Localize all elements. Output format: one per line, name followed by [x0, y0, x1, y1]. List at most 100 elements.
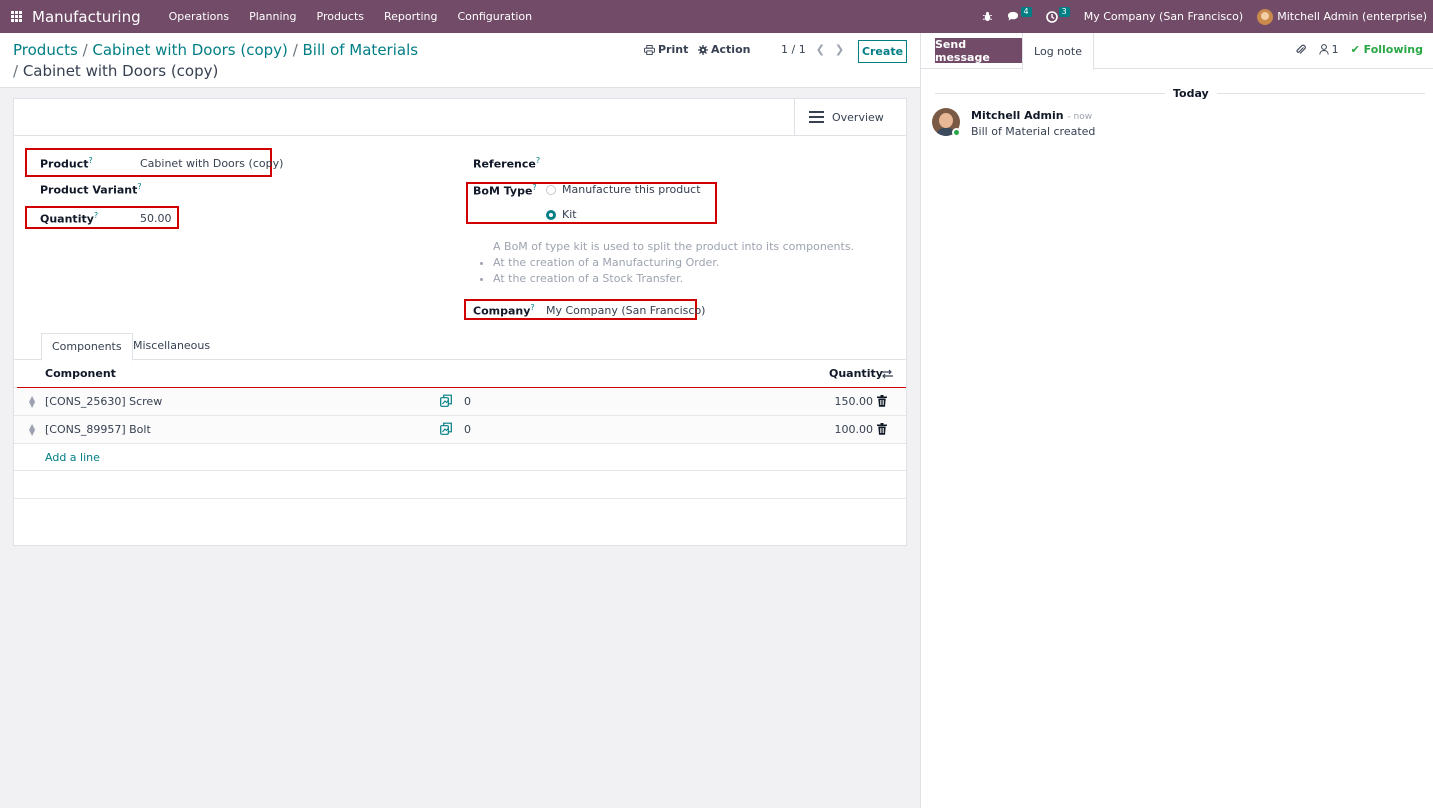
quantity-field[interactable]: 50.00	[140, 212, 172, 225]
breadcrumb-separator: /	[82, 41, 93, 59]
print-label: Print	[658, 43, 689, 56]
user-avatar	[1257, 8, 1274, 25]
help-list-item: At the creation of a Manufacturing Order…	[493, 255, 719, 271]
bom-type-manufacture-radio[interactable]: Manufacture this product	[546, 183, 701, 196]
radio-label: Manufacture this product	[562, 183, 701, 196]
debug-bug-icon[interactable]	[982, 11, 993, 22]
button-box: Overview	[14, 99, 906, 136]
table-row[interactable]: ▲ ▼ [CONS_25630] Screw 0 150.00	[14, 388, 906, 416]
table-row[interactable]: ▲ ▼ [CONS_89957] Bolt 0 100.00	[14, 416, 906, 444]
log-note-button[interactable]: Log note	[1022, 33, 1094, 70]
menu-reporting[interactable]: Reporting	[374, 0, 447, 33]
print-button[interactable]: Print	[644, 43, 688, 56]
paperclip-icon[interactable]	[1295, 44, 1307, 56]
form-sheet: Overview Product? Cabinet with Doors (co…	[13, 98, 907, 546]
bom-type-label: BoM Type?	[473, 183, 537, 198]
breadcrumb: Products / Cabinet with Doors (copy) / B…	[13, 40, 418, 82]
following-button[interactable]: ✔ Following	[1351, 43, 1423, 56]
pager-value[interactable]: 1 / 1	[781, 43, 806, 56]
message-author: Mitchell Admin - now	[971, 109, 1092, 122]
menu-planning[interactable]: Planning	[239, 0, 306, 33]
bom-type-kit-radio[interactable]: Kit	[546, 208, 577, 221]
component-name[interactable]: [CONS_89957] Bolt	[45, 423, 151, 436]
tab-miscellaneous[interactable]: Miscellaneous	[123, 333, 220, 360]
menu-products[interactable]: Products	[307, 0, 375, 33]
following-label: Following	[1363, 43, 1423, 56]
trash-icon[interactable]	[877, 395, 887, 407]
column-header-quantity[interactable]: Quantity	[829, 367, 883, 380]
tab-components[interactable]: Components	[41, 333, 133, 361]
systray: 4 3 My Company (San Francisco) Mitchell …	[968, 0, 1427, 33]
company-field[interactable]: My Company (San Francisco)	[546, 304, 705, 317]
chat-icon	[1007, 11, 1018, 21]
company-switcher[interactable]: My Company (San Francisco)	[1084, 10, 1243, 23]
clock-icon	[1045, 10, 1058, 23]
apps-menu-icon[interactable]	[0, 0, 32, 33]
optional-columns-toggle-icon[interactable]	[881, 369, 893, 379]
gear-icon	[698, 44, 708, 55]
product-field[interactable]: Cabinet with Doors (copy)	[140, 157, 283, 170]
radio-label: Kit	[562, 208, 577, 221]
send-message-button[interactable]: Send message	[935, 38, 1022, 64]
breadcrumb-products[interactable]: Products	[13, 41, 78, 59]
component-forecast: 0	[464, 395, 471, 408]
message-body: Bill of Material created	[971, 125, 1096, 138]
component-name[interactable]: [CONS_25630] Screw	[45, 395, 162, 408]
activities-button[interactable]: 3	[1045, 6, 1070, 23]
drag-handle-icon[interactable]: ▲ ▼	[29, 395, 35, 409]
list-icon	[809, 111, 824, 123]
forecast-report-icon[interactable]	[440, 394, 452, 407]
messages-button[interactable]: 4	[1007, 6, 1032, 22]
followers-button[interactable]: 1	[1318, 43, 1339, 56]
followers-count: 1	[1331, 43, 1339, 56]
author-name[interactable]: Mitchell Admin	[971, 109, 1064, 122]
action-label: Action	[711, 43, 751, 56]
reference-field[interactable]	[546, 156, 886, 172]
chatter-topbar: Send message Log note 1 ✔ Following	[921, 33, 1433, 70]
overview-label: Overview	[832, 110, 884, 124]
breadcrumb-product[interactable]: Cabinet with Doors (copy)	[92, 41, 288, 59]
forecast-report-icon[interactable]	[440, 422, 452, 435]
table-footer-divider	[14, 498, 906, 499]
column-header-component[interactable]: Component	[45, 367, 116, 380]
online-status-icon	[952, 128, 961, 137]
drag-handle-icon[interactable]: ▲ ▼	[29, 423, 35, 437]
component-forecast: 0	[464, 423, 471, 436]
action-button[interactable]: Action	[698, 43, 750, 56]
user-name: Mitchell Admin (enterprise)	[1277, 10, 1427, 23]
radio-checked-icon	[546, 209, 556, 220]
breadcrumb-separator: /	[13, 62, 23, 80]
chatter-panel: Send message Log note 1 ✔ Following Toda…	[920, 33, 1433, 808]
menu-configuration[interactable]: Configuration	[447, 0, 542, 33]
quantity-label: Quantity?	[40, 211, 99, 226]
component-quantity[interactable]: 150.00	[835, 395, 874, 408]
app-name[interactable]: Manufacturing	[32, 8, 141, 26]
help-list-item: At the creation of a Stock Transfer.	[493, 271, 719, 287]
date-separator-label: Today	[1165, 87, 1217, 100]
pager-previous-icon[interactable]: ❮	[816, 43, 825, 56]
menu-operations[interactable]: Operations	[159, 0, 239, 33]
main-menu: Operations Planning Products Reporting C…	[159, 0, 542, 33]
product-variant-field[interactable]	[140, 182, 440, 198]
product-variant-label: Product Variant?	[40, 182, 142, 197]
activities-badge: 3	[1058, 6, 1070, 17]
add-line-link[interactable]: Add a line	[45, 451, 100, 464]
check-icon: ✔	[1350, 43, 1360, 56]
breadcrumb-bom[interactable]: Bill of Materials	[303, 41, 419, 59]
component-quantity[interactable]: 100.00	[835, 423, 874, 436]
breadcrumb-separator: /	[292, 41, 303, 59]
table-divider	[14, 470, 906, 471]
messages-badge: 4	[1020, 6, 1032, 17]
date-separator: Today	[935, 87, 1425, 100]
print-icon	[644, 44, 655, 55]
overview-button[interactable]: Overview	[794, 99, 906, 135]
chatter-actions: 1 ✔ Following	[1295, 43, 1423, 56]
user-icon	[1318, 44, 1329, 55]
message-time: - now	[1067, 112, 1093, 122]
trash-icon[interactable]	[877, 423, 887, 435]
bom-type-help-list: At the creation of a Manufacturing Order…	[480, 255, 719, 287]
user-menu[interactable]: Mitchell Admin (enterprise)	[1257, 8, 1427, 25]
pager-next-icon[interactable]: ❯	[835, 43, 844, 56]
product-label: Product?	[40, 156, 93, 171]
create-button[interactable]: Create	[858, 40, 907, 63]
